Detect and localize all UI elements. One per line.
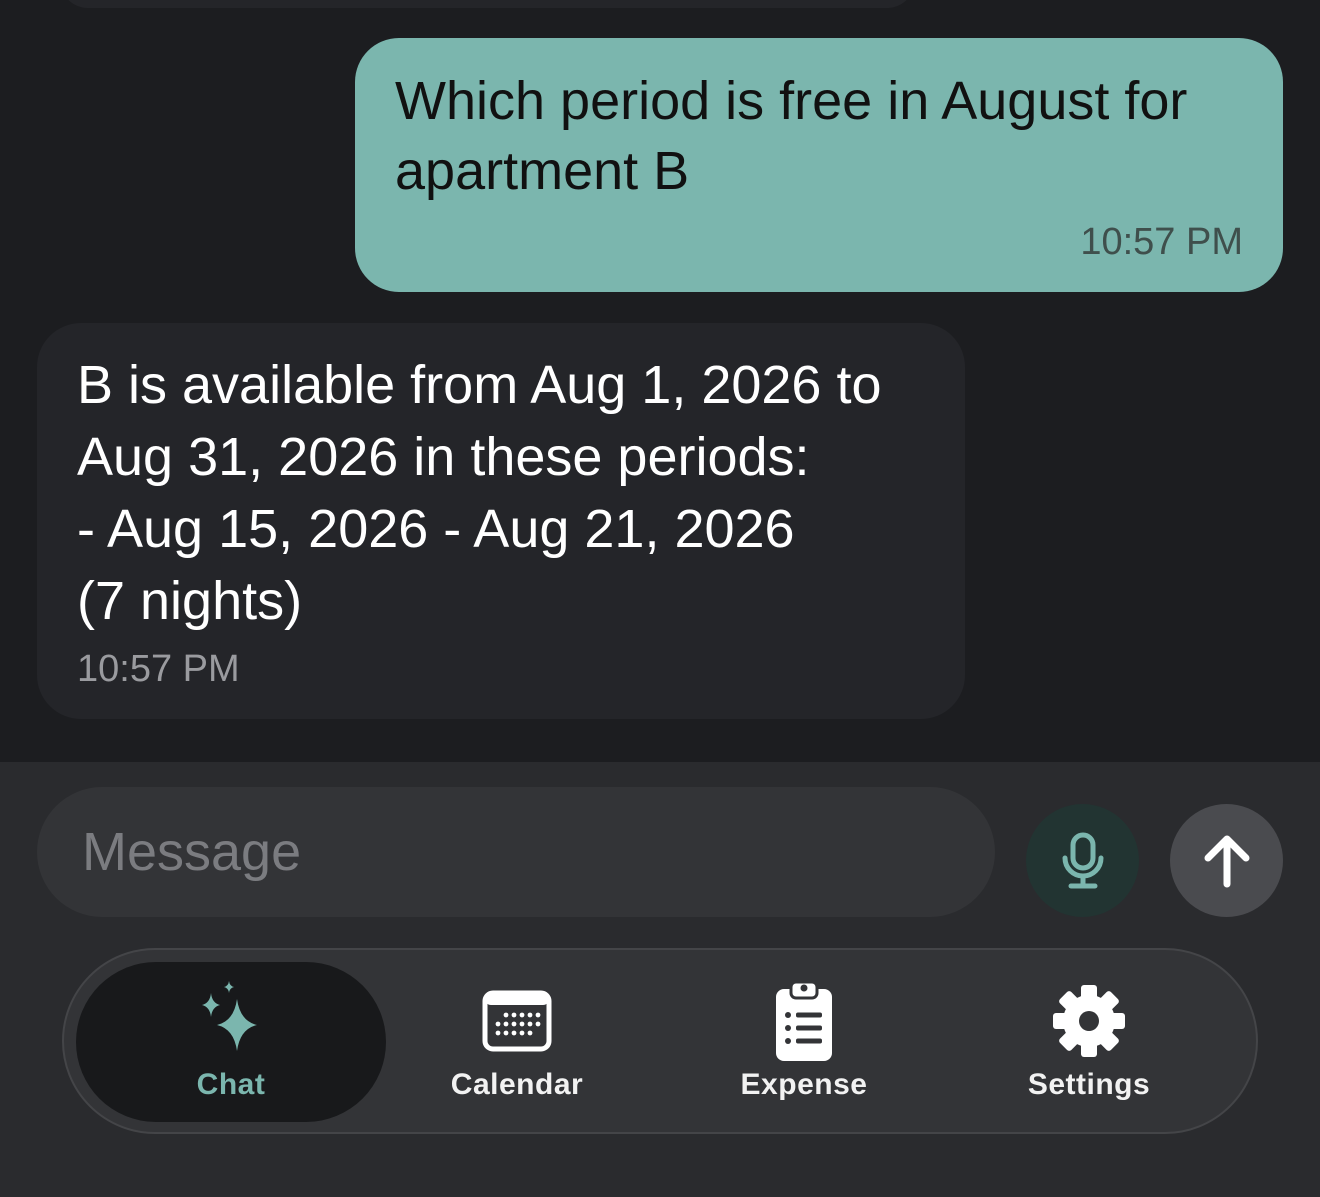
user-message-bubble: Which period is free in August for apart… <box>355 38 1283 292</box>
sparkles-icon <box>191 976 271 1066</box>
message-input[interactable] <box>80 820 995 884</box>
tab-calendar[interactable]: Calendar <box>362 962 672 1122</box>
calendar-icon <box>482 976 552 1066</box>
message-field[interactable] <box>37 787 995 917</box>
composer-area: Chat Calendar <box>0 762 1320 1197</box>
chat-area: Which period is free in August for apart… <box>0 0 1320 762</box>
tab-label-calendar: Calendar <box>450 1068 584 1101</box>
clipboard-list-icon <box>774 976 834 1066</box>
gear-icon <box>1051 976 1127 1066</box>
tab-label-chat: Chat <box>196 1068 266 1101</box>
tab-settings[interactable]: Settings <box>934 962 1244 1122</box>
tab-label-expense: Expense <box>740 1068 868 1101</box>
assistant-message-text: B is available from Aug 1, 2026 to Aug 3… <box>77 355 882 631</box>
tab-bar: Chat Calendar Expense Settings <box>62 948 1258 1134</box>
tab-chat[interactable]: Chat <box>76 962 386 1122</box>
user-message-time: 10:57 PM <box>1080 221 1243 263</box>
assistant-message-bubble: B is available from Aug 1, 2026 to Aug 3… <box>37 323 965 719</box>
tab-expense[interactable]: Expense <box>649 962 959 1122</box>
arrow-up-icon <box>1204 835 1249 887</box>
user-message-text: Which period is free in August for apart… <box>395 71 1188 201</box>
tab-label-settings: Settings <box>1027 1068 1151 1101</box>
assistant-message-time: 10:57 PM <box>77 648 240 690</box>
previous-message-bubble <box>60 0 915 8</box>
mic-button[interactable] <box>1026 804 1139 917</box>
microphone-icon <box>1062 832 1103 888</box>
send-button[interactable] <box>1170 804 1283 917</box>
